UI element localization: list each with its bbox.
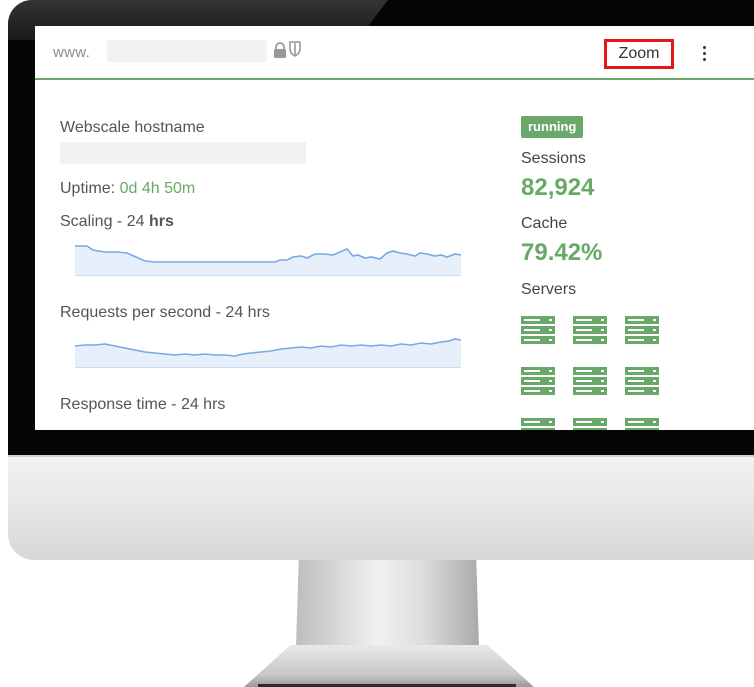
uptime-value: 0d 4h 50m: [119, 180, 196, 197]
scaling-title-suffix: hrs: [148, 213, 174, 230]
server-icon: [573, 367, 607, 395]
browser-screen: www. Zoom Webscale hostname Uptime: 0d 4…: [35, 26, 754, 430]
server-icon: [521, 418, 555, 430]
server-icon: [625, 418, 659, 430]
monitor-stand-base: [244, 645, 534, 687]
cache-label: Cache: [521, 215, 568, 232]
hostname-label: Webscale hostname: [60, 119, 205, 136]
uptime-line: Uptime: 0d 4h 50m: [60, 180, 195, 198]
servers-label: Servers: [521, 281, 577, 298]
more-vert-icon[interactable]: [697, 44, 711, 64]
cache-value: 79.42%: [521, 239, 603, 266]
server-icon: [521, 367, 555, 395]
scaling-title: Scaling - 24 hrs: [60, 213, 174, 231]
address-bar-url[interactable]: www.: [53, 44, 90, 61]
response-time-title: Response time - 24 hrs: [60, 396, 226, 413]
scaling-sparkline: [75, 245, 461, 276]
server-icon: [573, 316, 607, 344]
status-badge: running: [521, 116, 584, 138]
requests-sparkline: [75, 338, 461, 368]
hostname-redaction: [60, 142, 306, 164]
sessions-value: 82,924: [521, 174, 595, 201]
server-icon: [573, 418, 607, 430]
server-icon: [625, 367, 659, 395]
zoom-button[interactable]: Zoom: [604, 39, 674, 69]
address-redaction: [107, 40, 267, 62]
scaling-title-prefix: Scaling - 24: [60, 213, 149, 230]
uptime-label: Uptime:: [60, 180, 116, 197]
requests-title: Requests per second - 24 hrs: [60, 304, 270, 321]
shield-icon: [289, 41, 301, 57]
server-icon: [521, 316, 555, 344]
monitor-chin: [8, 455, 754, 560]
server-icon: [625, 316, 659, 344]
lock-icon: [274, 42, 286, 58]
sessions-label: Sessions: [521, 150, 586, 167]
browser-toolbar: www. Zoom: [35, 26, 754, 80]
